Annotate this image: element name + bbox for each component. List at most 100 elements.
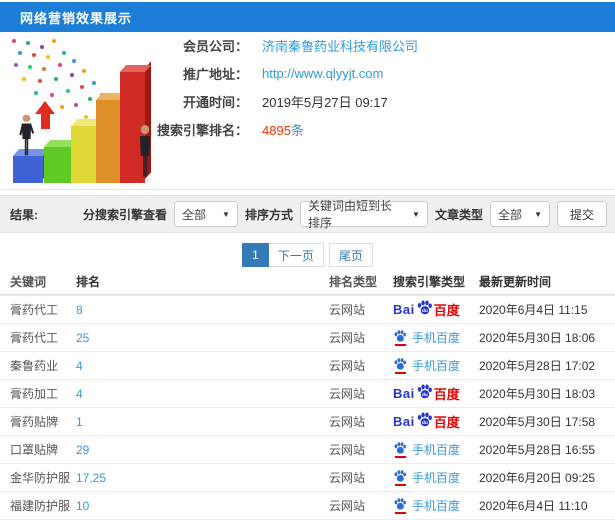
title-bar: 网络营销效果展示 bbox=[0, 2, 615, 32]
baidu-mobile-label: 手机百度 bbox=[412, 359, 461, 373]
cell-updated: 2020年5月30日 18:06 bbox=[479, 331, 596, 345]
baidu-mobile-label: 手机百度 bbox=[412, 443, 461, 457]
cell-rank[interactable]: 1 bbox=[76, 415, 83, 429]
engine-view-select[interactable]: 全部 ▼ bbox=[173, 201, 238, 227]
cell-engine: Bai du 百度 bbox=[393, 384, 479, 403]
article-type-selected: 全部 bbox=[497, 207, 522, 222]
cell-updated: 2020年6月4日 11:10 bbox=[479, 499, 588, 513]
cell-rank[interactable]: 4 bbox=[76, 359, 83, 373]
results-table: 关键词 排名 排名类型 搜索引擎类型 最新更新时间 膏药代工 8 云网站 Bai… bbox=[0, 268, 615, 520]
promo-url-link[interactable]: http://www.qlyyjt.com bbox=[262, 66, 383, 81]
baidu-logo-icon: Bai du 百度 bbox=[393, 412, 460, 431]
cell-rank-type: 云网站 bbox=[329, 443, 366, 457]
up-arrow-icon bbox=[35, 101, 55, 129]
cell-keyword: 膏药代工 bbox=[10, 331, 59, 345]
illustration-bar-orange bbox=[95, 89, 129, 183]
results-table-body: 膏药代工 8 云网站 Bai du 百度 2020年6月4日 11:15 膏药代… bbox=[0, 295, 615, 520]
chevron-down-icon: ▼ bbox=[534, 209, 542, 219]
member-company-link[interactable]: 济南秦鲁药业科技有限公司 bbox=[262, 36, 418, 55]
businessman-figure-left bbox=[19, 114, 35, 156]
illustration-bar-blue bbox=[12, 145, 50, 183]
cell-rank[interactable]: 25 bbox=[76, 331, 89, 345]
confetti-decoration bbox=[12, 39, 16, 43]
cell-updated: 2020年5月30日 18:03 bbox=[479, 387, 596, 401]
cell-rank-type: 云网站 bbox=[329, 359, 366, 373]
submit-button[interactable]: 提交 bbox=[556, 201, 607, 227]
table-row: 秦鲁药业 4 云网站 Bai du 百度 bbox=[0, 351, 615, 379]
header-engine-type: 搜索引擎类型 bbox=[393, 274, 466, 289]
baidu-paw-icon: du bbox=[417, 384, 432, 399]
table-row: 金华防护服 17,25 云网站 Bai du 百度 bbox=[0, 463, 615, 491]
open-time-row: 开通时间： 2019年5月27日 09:17 bbox=[148, 94, 418, 110]
baidu-mobile-label: 手机百度 bbox=[412, 471, 461, 485]
cell-updated: 2020年6月20日 09:25 bbox=[479, 471, 596, 485]
illustration-bar-green bbox=[43, 136, 79, 183]
section-divider bbox=[0, 189, 615, 190]
baidu-mobile-underline bbox=[394, 484, 406, 486]
cell-rank-type: 云网站 bbox=[329, 471, 366, 485]
cell-engine: Bai du 百度 bbox=[393, 357, 479, 374]
cell-rank-type: 云网站 bbox=[329, 331, 366, 345]
page-title: 网络营销效果展示 bbox=[20, 10, 133, 26]
cell-keyword: 口罩贴牌 bbox=[10, 443, 59, 457]
cell-keyword: 福建防护服 bbox=[10, 499, 71, 513]
engine-view-label: 分搜索引擎查看 bbox=[82, 207, 167, 222]
baidu-logo-icon: Bai du 百度 bbox=[393, 300, 460, 319]
pagination: 1 下一页 尾页 bbox=[0, 243, 615, 267]
cell-keyword: 秦鲁药业 bbox=[10, 359, 59, 373]
illustration-bar-yellow bbox=[70, 115, 105, 183]
baidu-paw-icon bbox=[394, 442, 407, 454]
svg-text:du: du bbox=[422, 308, 428, 314]
article-type-select[interactable]: 全部 ▼ bbox=[489, 201, 550, 227]
cell-rank[interactable]: 17,25 bbox=[76, 471, 106, 485]
engine-rank-row: 搜索引擎排名： 4895条 bbox=[148, 122, 418, 138]
cell-rank[interactable]: 10 bbox=[76, 499, 89, 513]
header-rank-type: 排名类型 bbox=[329, 274, 378, 289]
baidu-paw-icon bbox=[394, 358, 407, 370]
cell-keyword: 膏药贴牌 bbox=[10, 415, 59, 429]
cell-engine: Bai du 百度 bbox=[393, 412, 479, 431]
engine-rank-label: 搜索引擎排名： bbox=[156, 123, 248, 138]
cell-engine: Bai du 百度 bbox=[393, 469, 479, 486]
cell-rank[interactable]: 29 bbox=[76, 443, 89, 457]
pagination-last-button[interactable]: 尾页 bbox=[328, 243, 373, 267]
pagination-next-button[interactable]: 下一页 bbox=[268, 243, 324, 267]
baidu-mobile-underline bbox=[394, 512, 406, 514]
sort-select[interactable]: 关键词由短到长排序 ▼ bbox=[299, 199, 428, 230]
member-company-label: 会员公司： bbox=[182, 39, 248, 54]
filter-controls: 分搜索引擎查看 全部 ▼ 排序方式 关键词由短到长排序 ▼ 文章类型 全部 ▼ … bbox=[82, 199, 607, 230]
cell-engine: Bai du 百度 bbox=[393, 300, 479, 319]
cell-rank-type: 云网站 bbox=[329, 499, 366, 513]
table-row: 福建防护服 10 云网站 Bai du 百度 bbox=[0, 491, 615, 519]
baidu-paw-icon: du bbox=[417, 300, 432, 315]
chevron-down-icon: ▼ bbox=[412, 209, 420, 219]
pagination-page-1[interactable]: 1 bbox=[242, 243, 269, 267]
cell-keyword: 膏药加工 bbox=[10, 387, 59, 401]
baidu-mobile-label: 手机百度 bbox=[412, 331, 461, 345]
table-row: 膏药贴牌 1 云网站 Bai du 百度 2020年5月30日 17:58 bbox=[0, 407, 615, 435]
baidu-mobile-underline bbox=[394, 456, 406, 458]
cell-keyword: 金华防护服 bbox=[10, 471, 71, 485]
cell-updated: 2020年5月28日 16:55 bbox=[479, 443, 596, 457]
baidu-mobile-icon: 手机百度 bbox=[393, 497, 460, 514]
baidu-paw-icon bbox=[394, 470, 407, 482]
result-label: 结果: bbox=[10, 207, 38, 222]
baidu-paw-icon bbox=[394, 330, 407, 342]
promo-url-label: 推广地址： bbox=[182, 67, 248, 82]
cell-engine: Bai du 百度 bbox=[393, 441, 479, 458]
open-time-label: 开通时间： bbox=[182, 95, 248, 110]
sort-label: 排序方式 bbox=[244, 207, 293, 222]
svg-text:du: du bbox=[422, 392, 428, 398]
cell-engine: Bai du 百度 bbox=[393, 329, 479, 346]
cell-rank[interactable]: 4 bbox=[76, 387, 83, 401]
promo-url-row: 推广地址： http://www.qlyyjt.com bbox=[148, 66, 418, 82]
filter-bar: 结果: 分搜索引擎查看 全部 ▼ 排序方式 关键词由短到长排序 ▼ 文章类型 全… bbox=[0, 195, 615, 233]
sort-selected: 关键词由短到长排序 bbox=[307, 199, 392, 230]
baidu-mobile-underline bbox=[394, 344, 406, 346]
baidu-logo-icon: Bai du 百度 bbox=[393, 384, 460, 403]
info-section: 会员公司： 济南秦鲁药业科技有限公司 推广地址： http://www.qlyy… bbox=[0, 36, 615, 186]
cell-rank[interactable]: 8 bbox=[76, 303, 83, 317]
cell-rank-type: 云网站 bbox=[329, 415, 366, 429]
header-keyword: 关键词 bbox=[10, 274, 47, 289]
cell-updated: 2020年6月4日 11:15 bbox=[479, 303, 588, 317]
